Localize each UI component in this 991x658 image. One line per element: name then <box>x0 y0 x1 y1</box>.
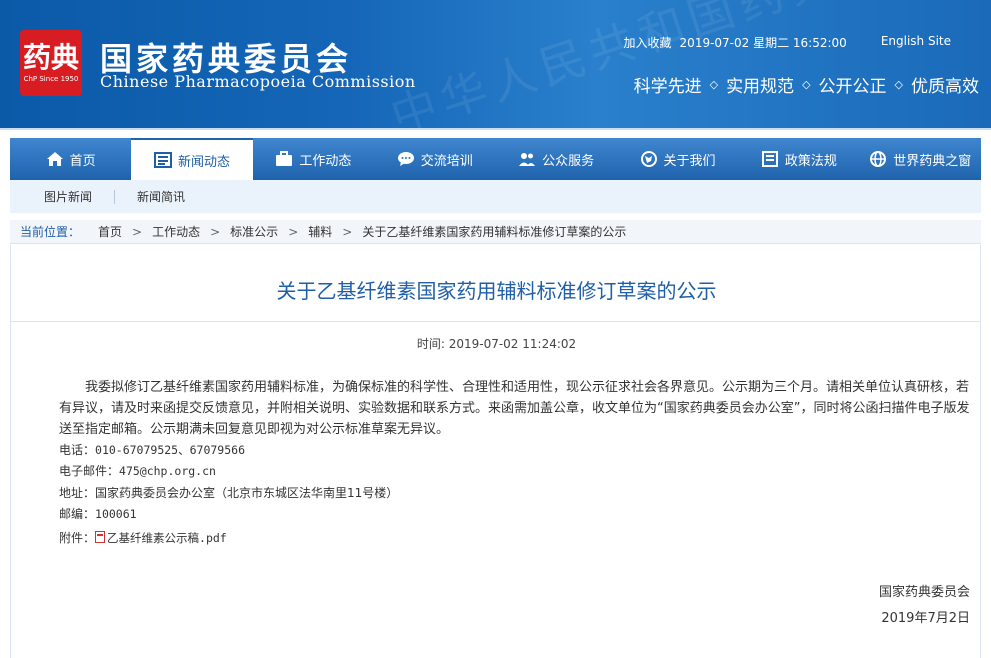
slogan-4: 优质高效 <box>911 77 979 97</box>
nav-world-label: 世界药典之窗 <box>893 153 972 169</box>
globe-icon <box>640 151 658 167</box>
sub-nav: 图片新闻 新闻简讯 <box>10 180 981 213</box>
bookmark-link[interactable]: 加入收藏 <box>624 34 672 51</box>
nav-policy[interactable]: 政策法规 <box>738 138 859 180</box>
publish-time: 时间: 2019-07-02 11:24:02 <box>11 335 982 352</box>
signature-date: 2019年7月2日 <box>881 611 970 626</box>
slogan-2: 实用规范 <box>726 77 795 97</box>
publish-time-value: 2019-07-02 11:24:02 <box>448 337 577 351</box>
news-icon <box>154 152 173 168</box>
nav-work[interactable]: 工作动态 <box>253 138 374 180</box>
breadcrumb-lead: 当前位置： <box>20 225 81 239</box>
article-body: 我委拟修订乙基纤维素国家药用辅料标准，为确保标准的科学性、合理性和适用性，现公示… <box>59 380 970 437</box>
title-divider <box>11 321 980 322</box>
nav-training[interactable]: 交流培训 <box>374 138 495 180</box>
nav-news[interactable]: 新闻动态 <box>131 138 253 180</box>
article-title: 关于乙基纤维素国家药用辅料标准修订草案的公示 <box>276 279 717 303</box>
breadcrumb-work[interactable]: 工作动态 <box>152 223 200 240</box>
top-links: 加入收藏 2019-07-02 星期二 16:52:00 English Sit… <box>624 34 951 51</box>
publish-time-label: 时间: <box>416 337 445 351</box>
phone-value: 010-67079525、67079566 <box>95 443 245 457</box>
users-icon <box>518 151 536 167</box>
slogans: 科学先进 ◇ 实用规范 ◇ 公开公正 ◇ 优质高效 <box>634 72 979 97</box>
nav-about[interactable]: 关于我们 <box>617 138 738 180</box>
breadcrumb-sep: > <box>342 224 353 239</box>
attachment-label: 附件： <box>59 531 96 545</box>
contact-email: 电子邮件：475@chp.org.cn <box>59 462 216 480</box>
phone-label: 电话： <box>59 443 96 457</box>
header-stripe <box>0 128 991 130</box>
nav-training-label: 交流培训 <box>420 153 473 169</box>
site-header: 中华人民共和国药典 药典 ChP Since 1950 国家药典委员会 Chin… <box>0 0 991 130</box>
breadcrumb: 当前位置： 首页 > 工作动态 > 标准公示 > 辅料 > 关于乙基纤维素国家药… <box>10 220 981 244</box>
briefcase-icon <box>275 151 293 167</box>
address-label: 地址： <box>59 486 96 500</box>
site-title-en: Chinese Pharmacopoeia Commission <box>100 72 416 91</box>
seal-text: 药典 <box>22 40 79 74</box>
main-nav: 首页 新闻动态 工作动态 交流培训 公众服务 关于我们 政策法规 世界药典之窗 <box>10 138 981 180</box>
slogan-3: 公开公正 <box>818 77 887 97</box>
home-icon <box>46 151 64 167</box>
nav-home-label: 首页 <box>69 153 96 169</box>
nav-policy-label: 政策法规 <box>784 153 837 169</box>
seal-caption: ChP Since 1950 <box>23 74 79 83</box>
breadcrumb-sep: > <box>210 224 221 239</box>
breadcrumb-excipient[interactable]: 辅料 <box>308 223 332 240</box>
attachment-link[interactable]: 乙基纤维素公示稿.pdf <box>107 531 227 545</box>
slogan-1: 科学先进 <box>633 77 702 97</box>
subnav-photo-news[interactable]: 图片新闻 <box>10 189 116 204</box>
article-frame: 关于乙基纤维素国家药用辅料标准修订草案的公示 时间: 2019-07-02 11… <box>10 245 981 658</box>
breadcrumb-standard[interactable]: 标准公示 <box>230 223 278 240</box>
logo-seal[interactable]: 药典 ChP Since 1950 <box>20 30 82 96</box>
address-value: 国家药典委员会办公室（北京市东城区法华南里11号楼） <box>95 486 399 500</box>
header-watermark: 中华人民共和国药典 <box>384 0 846 130</box>
nav-news-label: 新闻动态 <box>178 154 231 170</box>
chat-icon <box>397 151 415 167</box>
nav-world[interactable]: 世界药典之窗 <box>860 138 981 180</box>
email-value: 475@chp.org.cn <box>119 464 216 478</box>
postcode-value: 100061 <box>95 507 137 521</box>
breadcrumb-home[interactable]: 首页 <box>98 223 122 240</box>
contact-postcode: 邮编：100061 <box>59 505 137 523</box>
breadcrumb-current[interactable]: 关于乙基纤维素国家药用辅料标准修订草案的公示 <box>362 223 626 240</box>
document-icon <box>761 151 779 167</box>
subnav-news-brief[interactable]: 新闻简讯 <box>115 190 207 204</box>
slogan-sep-icon: ◇ <box>709 78 719 91</box>
breadcrumb-sep: > <box>288 224 299 239</box>
nav-work-label: 工作动态 <box>299 153 352 169</box>
signature-org: 国家药典委员会 <box>878 585 970 600</box>
breadcrumb-sep: > <box>132 224 143 239</box>
postcode-label: 邮编： <box>59 507 96 521</box>
contact-address: 地址：国家药典委员会办公室（北京市东城区法华南里11号楼） <box>59 484 398 502</box>
email-label: 电子邮件： <box>59 464 120 478</box>
contact-phone: 电话：010-67079525、67079566 <box>59 441 245 459</box>
header-datetime: 2019-07-02 星期二 16:52:00 <box>679 36 847 50</box>
slogan-sep-icon: ◇ <box>894 78 903 91</box>
slogan-sep-icon: ◇ <box>802 78 811 91</box>
nav-home[interactable]: 首页 <box>10 138 131 180</box>
pdf-file-icon <box>95 531 106 543</box>
world-icon <box>869 151 887 167</box>
english-site-link[interactable]: English Site <box>881 34 951 51</box>
attachment: 附件： 乙基纤维素公示稿.pdf <box>59 529 227 547</box>
nav-public[interactable]: 公众服务 <box>496 138 617 180</box>
nav-public-label: 公众服务 <box>542 153 595 169</box>
nav-about-label: 关于我们 <box>663 153 716 169</box>
